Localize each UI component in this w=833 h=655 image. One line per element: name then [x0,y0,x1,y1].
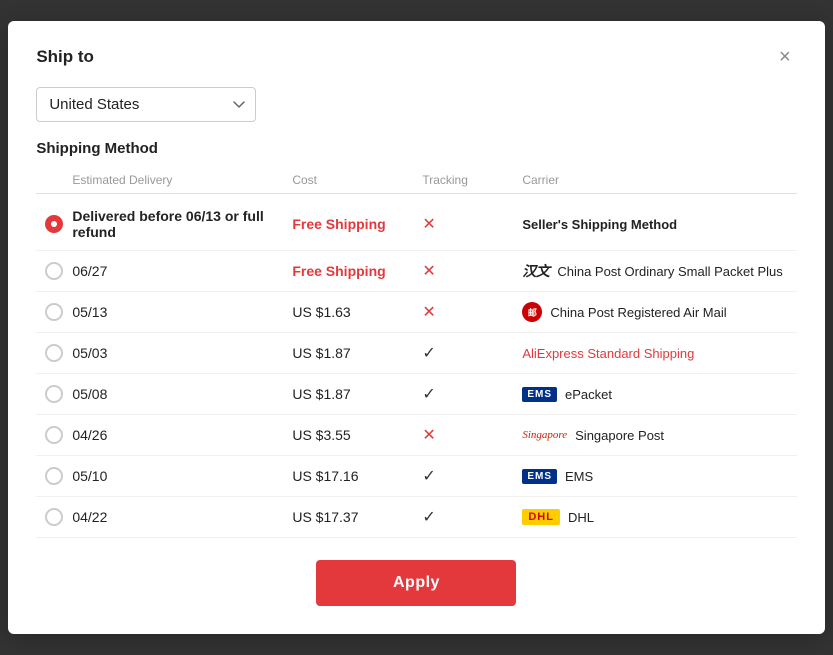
radio-button[interactable] [45,508,63,526]
carrier-name: China Post Registered Air Mail [550,305,726,320]
tracking-check-icon: ✓ [422,466,435,486]
radio-cell [36,344,72,362]
tracking-cell: ✓ [422,466,522,486]
ship-to-modal: Ship to × United States United Kingdom C… [8,21,824,634]
carrier-name: AliExpress Standard Shipping [522,346,694,361]
cost-cell: US $1.87 [292,386,422,402]
radio-button[interactable] [45,426,63,444]
dhl-logo: DHL [522,509,560,525]
shipping-rows-container: Delivered before 06/13 or full refundFre… [36,198,796,538]
close-button[interactable]: × [773,45,797,69]
delivery-cell: 04/26 [72,427,292,443]
cost-cell: US $1.63 [292,304,422,320]
delivery-cell: 06/27 [72,263,292,279]
modal-overlay: Ship to × United States United Kingdom C… [0,0,833,655]
radio-button[interactable] [45,344,63,362]
radio-button[interactable] [45,215,63,233]
radio-button[interactable] [45,467,63,485]
carrier-name: ePacket [565,387,612,402]
carrier-name: Seller's Shipping Method [522,217,677,232]
tracking-cell: ✓ [422,507,522,527]
carrier-cell: EMS ePacket [522,387,796,402]
modal-header: Ship to × [36,45,796,69]
singapore-logo: Singapore [522,429,567,441]
table-row[interactable]: 06/27Free Shipping✕ 汉文 China Post Ordinary… [36,251,796,292]
delivery-cell: 05/03 [72,345,292,361]
table-row[interactable]: Delivered before 06/13 or full refundFre… [36,198,796,251]
radio-button[interactable] [45,385,63,403]
radio-cell [36,467,72,485]
country-select-wrap: United States United Kingdom Canada Aust… [36,87,796,122]
delivery-cell: Delivered before 06/13 or full refund [72,208,292,240]
tracking-cell: ✓ [422,384,522,404]
tracking-x-icon: ✕ [422,425,435,445]
cost-cell: Free Shipping [292,263,422,279]
table-header: Estimated Delivery Cost Tracking Carrier [36,169,796,194]
col-tracking-header: Tracking [422,173,522,187]
col-estimated-delivery-header: Estimated Delivery [72,173,292,187]
table-row[interactable]: 05/13US $1.63✕ 邮 China Post Registered Air… [36,292,796,333]
carrier-name: EMS [565,469,593,484]
carrier-cell: EMS EMS [522,469,796,484]
radio-button[interactable] [45,303,63,321]
cost-cell: US $1.87 [292,345,422,361]
carrier-cell: Singapore Singapore Post [522,428,796,443]
carrier-name: DHL [568,510,594,525]
ems-logo: EMS [522,469,557,484]
cost-cell: US $17.16 [292,468,422,484]
col-radio-header [36,173,72,187]
col-cost-header: Cost [292,173,422,187]
table-row[interactable]: 04/22US $17.37✓ DHL DHL [36,497,796,538]
tracking-cell: ✕ [422,261,522,281]
cost-cell: US $17.37 [292,509,422,525]
tracking-cell: ✕ [422,425,522,445]
table-row[interactable]: 05/08US $1.87✓ EMS ePacket [36,374,796,415]
delivery-cell: 05/08 [72,386,292,402]
shipping-method-title: Shipping Method [36,140,796,157]
tracking-cell: ✓ [422,343,522,363]
carrier-cell: 汉文 China Post Ordinary Small Packet Plus [522,261,796,281]
radio-cell [36,303,72,321]
tracking-check-icon: ✓ [422,507,435,527]
tracking-cell: ✕ [422,214,522,234]
delivery-cell: 05/13 [72,304,292,320]
radio-cell [36,508,72,526]
radio-button[interactable] [45,262,63,280]
country-select[interactable]: United States United Kingdom Canada Aust… [36,87,256,122]
yanwen-logo: 汉文 [522,261,549,281]
delivery-cell: 04/22 [72,509,292,525]
carrier-cell: Seller's Shipping Method [522,217,796,232]
apply-button[interactable]: Apply [316,560,516,606]
chinapost-logo: 邮 [522,302,542,322]
carrier-name: Singapore Post [575,428,664,443]
tracking-check-icon: ✓ [422,384,435,404]
table-row[interactable]: 04/26US $3.55✕ Singapore Singapore Post [36,415,796,456]
table-row[interactable]: 05/03US $1.87✓ AliExpress Standard Shippi… [36,333,796,374]
tracking-x-icon: ✕ [422,261,435,281]
cost-cell: US $3.55 [292,427,422,443]
radio-cell [36,262,72,280]
col-carrier-header: Carrier [522,173,796,187]
modal-title: Ship to [36,47,94,67]
tracking-x-icon: ✕ [422,302,435,322]
carrier-cell: AliExpress Standard Shipping [522,346,796,361]
carrier-name: China Post Ordinary Small Packet Plus [557,264,782,279]
tracking-check-icon: ✓ [422,343,435,363]
tracking-cell: ✕ [422,302,522,322]
radio-cell [36,426,72,444]
tracking-x-icon: ✕ [422,214,435,234]
radio-cell [36,385,72,403]
cost-cell: Free Shipping [292,216,422,232]
ems-logo: EMS [522,387,557,402]
table-row[interactable]: 05/10US $17.16✓ EMS EMS [36,456,796,497]
radio-cell [36,215,72,233]
carrier-cell: DHL DHL [522,509,796,525]
delivery-cell: 05/10 [72,468,292,484]
apply-button-wrap: Apply [36,560,796,606]
carrier-cell: 邮 China Post Registered Air Mail [522,302,796,322]
